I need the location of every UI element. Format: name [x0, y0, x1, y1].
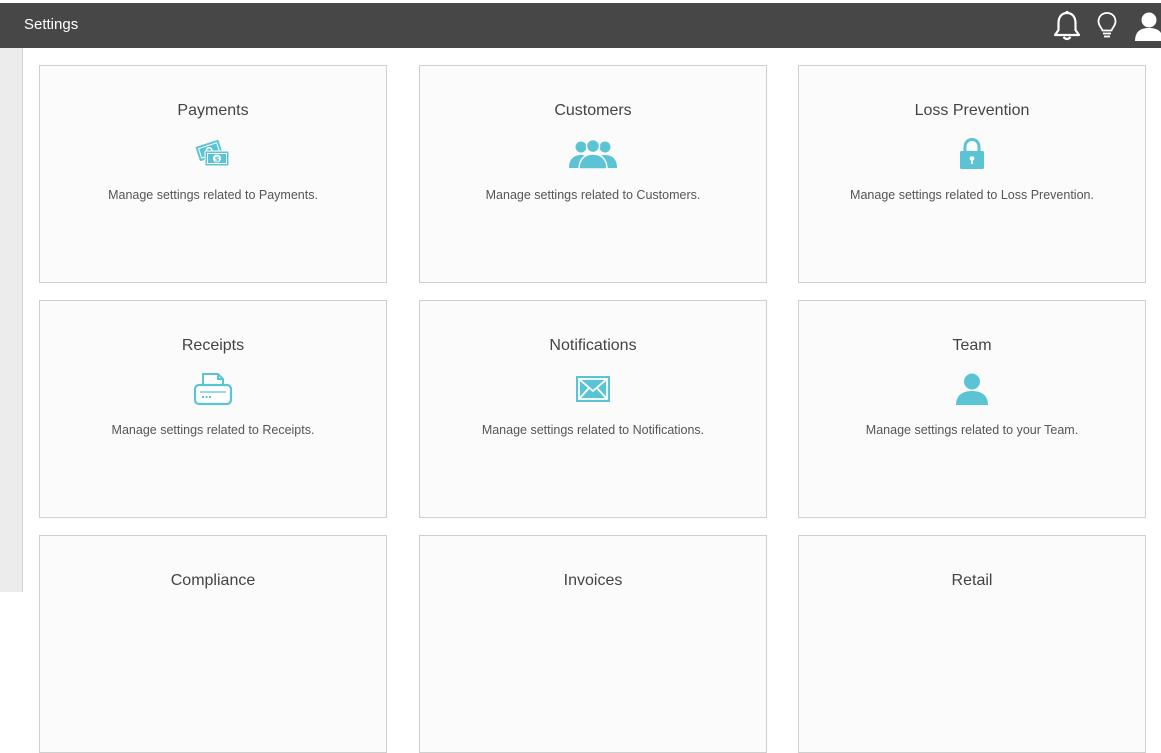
tile-title: Team: [952, 337, 992, 354]
sidebar-strip: [0, 48, 23, 592]
tile-customers[interactable]: Customers Manage settings related to Cus…: [419, 65, 767, 283]
lightbulb-icon[interactable]: [1094, 9, 1120, 43]
tile-description: Manage settings related to your Team.: [865, 423, 1079, 437]
tile-team[interactable]: Team Manage settings related to your Tea…: [798, 300, 1146, 518]
svg-text:$: $: [215, 155, 220, 163]
tile-title: Notifications: [549, 337, 637, 354]
tile-title: Invoices: [563, 572, 623, 589]
tile-payments[interactable]: Payments $ Manage settings related to Pa…: [39, 65, 387, 283]
top-bar: Settings: [0, 3, 1161, 48]
user-icon[interactable]: [1133, 9, 1161, 43]
printer-icon: [40, 371, 386, 407]
tile-title: Payments: [177, 102, 249, 119]
tile-compliance[interactable]: Compliance: [39, 535, 387, 753]
tile-title: Retail: [951, 572, 993, 589]
tile-title: Compliance: [170, 572, 256, 589]
envelope-icon: [420, 371, 766, 407]
tile-title: Receipts: [181, 337, 245, 354]
page-title: Settings: [24, 16, 79, 33]
customers-icon: [420, 136, 766, 172]
money-icon: $: [40, 136, 386, 172]
lock-icon: [799, 136, 1145, 172]
tile-notifications[interactable]: Notifications Manage settings related to…: [419, 300, 767, 518]
tile-description: Manage settings related to Receipts.: [111, 423, 315, 437]
tile-title: Customers: [554, 102, 632, 119]
tile-description: Manage settings related to Customers.: [485, 188, 701, 202]
bell-icon[interactable]: [1050, 9, 1084, 43]
tile-loss-prevention[interactable]: Loss Prevention Manage settings related …: [798, 65, 1146, 283]
tile-retail[interactable]: Retail: [798, 535, 1146, 753]
tile-title: Loss Prevention: [914, 102, 1030, 119]
tile-description: Manage settings related to Notifications…: [481, 423, 705, 437]
person-icon: [799, 371, 1145, 407]
tile-description: Manage settings related to Loss Preventi…: [850, 188, 1094, 202]
tile-invoices[interactable]: Invoices: [419, 535, 767, 753]
tile-description: Manage settings related to Payments.: [108, 188, 318, 202]
tile-receipts[interactable]: Receipts Manage settings related to Rece…: [39, 300, 387, 518]
